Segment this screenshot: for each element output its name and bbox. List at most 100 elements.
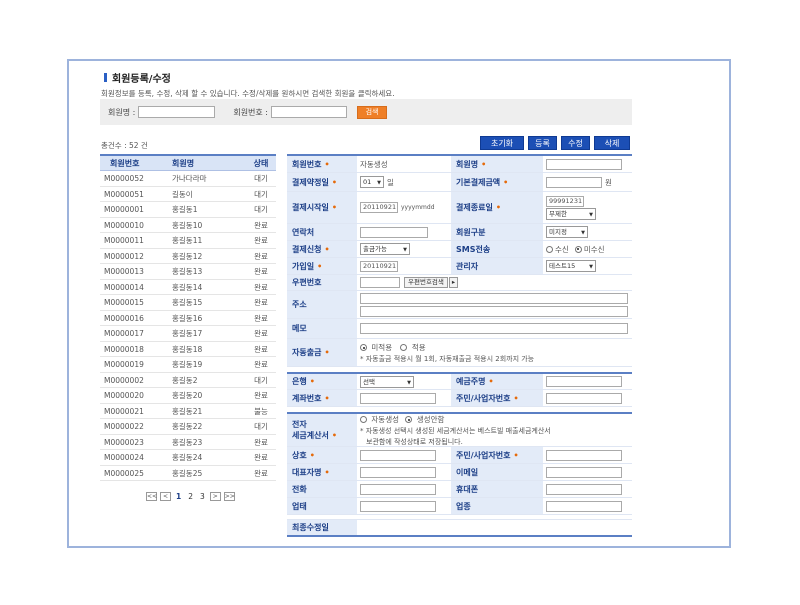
cell-status: 대기 — [254, 205, 268, 214]
auto-apply-label: 적용 — [411, 342, 426, 352]
page-link-2[interactable]: 2 — [188, 492, 193, 501]
start-date-input[interactable]: 20110921 — [360, 202, 398, 213]
search-button[interactable]: 검색 — [357, 105, 388, 119]
prev-page-button[interactable]: < — [160, 492, 171, 501]
reset-button[interactable]: 초기화 — [480, 136, 524, 150]
header-member-name: 회원명 — [172, 159, 195, 168]
tax-none-radio[interactable] — [405, 416, 413, 423]
base-amount-input[interactable] — [546, 176, 602, 188]
page-link-1[interactable]: 1 — [176, 492, 181, 501]
phone-input[interactable] — [360, 483, 436, 495]
modify-button[interactable]: 수정 — [561, 136, 590, 150]
sms-receive-radio[interactable] — [546, 245, 553, 253]
cell-member-no: M0000001 — [104, 205, 144, 214]
cell-status: 완료 — [254, 236, 268, 245]
end-date-input[interactable]: 99991231 — [546, 195, 584, 207]
table-row[interactable]: M0000025 홍길동25 완료 — [100, 466, 276, 481]
zipcode-search-button[interactable]: 우편번호검색 — [404, 277, 448, 288]
cell-status: 대기 — [254, 174, 268, 183]
cell-member-no: M0000010 — [104, 220, 144, 230]
search-name-input[interactable] — [138, 106, 216, 118]
auto-withdraw-note: * 자동출금 적용시 월 1회, 자동재출금 적용시 2회까지 가능 — [360, 354, 535, 363]
table-row[interactable]: M0000016 홍길동16 완료 — [100, 311, 276, 326]
cell-member-name: 홍길동15 — [172, 298, 203, 307]
cell-member-no: M0000022 — [104, 422, 144, 431]
table-row[interactable]: M0000010 홍길동10 완료 — [100, 218, 276, 233]
page-link-3[interactable]: 3 — [200, 492, 205, 501]
last-page-button[interactable]: >> — [223, 492, 235, 501]
contact-input[interactable] — [360, 226, 428, 238]
tax-note-2: 보관함에 작성상태로 저장됩니다. — [366, 437, 463, 446]
cell-member-no: M0000016 — [104, 313, 144, 323]
table-row[interactable]: M0000012 홍길동12 완료 — [100, 249, 276, 264]
first-page-button[interactable]: << — [146, 492, 157, 501]
category-input[interactable] — [546, 500, 622, 512]
tax-auto-radio[interactable] — [360, 416, 367, 423]
memo-input[interactable] — [360, 323, 628, 334]
address-input-2[interactable] — [360, 305, 628, 317]
sms-not-receive-radio[interactable] — [574, 245, 582, 253]
cell-status: 완료 — [254, 298, 268, 307]
table-row[interactable]: M0000011 홍길동11 완료 — [100, 233, 276, 249]
bank-select[interactable]: 선택 — [360, 375, 414, 388]
account-input[interactable] — [360, 392, 436, 404]
tax-none-label: 생성안함 — [416, 414, 445, 424]
tax-auto-label: 자동생성 — [371, 414, 399, 424]
cell-member-no: M0000052 — [104, 174, 144, 183]
label-memo: 메모 — [287, 319, 357, 338]
table-row[interactable]: M0000001 홍길동1 대기 — [100, 202, 276, 218]
table-row[interactable]: M0000013 홍길동13 완료 — [100, 264, 276, 280]
label-end-date: 결제종료일 • — [451, 192, 543, 223]
cell-member-name: 가나다라마 — [172, 174, 207, 183]
member-type-select[interactable]: 미지정 — [546, 226, 588, 238]
zipcode-input[interactable] — [360, 277, 400, 288]
label-auto-withdraw: 자동출금 • — [287, 339, 357, 366]
address-input-1[interactable] — [360, 292, 628, 304]
table-row[interactable]: M0000014 홍길동14 완료 — [100, 280, 276, 295]
table-row[interactable]: M0000018 홍길동18 완료 — [100, 342, 276, 357]
table-row[interactable]: M0000015 홍길동15 완료 — [100, 295, 276, 311]
zipcode-arrow-icon[interactable]: ▸ — [448, 277, 459, 288]
delete-button[interactable]: 삭제 — [594, 136, 630, 150]
auto-apply-radio[interactable] — [400, 344, 408, 351]
cell-member-no: M0000024 — [104, 453, 144, 462]
pay-day-select[interactable]: 01 — [360, 176, 384, 188]
depositor-input[interactable] — [546, 376, 622, 387]
join-date-input[interactable]: 20110921 — [360, 260, 398, 272]
table-row[interactable]: M0000002 홍길동2 대기 — [100, 373, 276, 388]
company-input[interactable] — [360, 449, 436, 461]
cell-status: 완료 — [254, 282, 268, 292]
cell-member-name: 홍길동25 — [172, 468, 203, 478]
register-button[interactable]: 등록 — [528, 136, 557, 150]
label-last-modified: 최종수정일 — [287, 520, 357, 535]
table-row[interactable]: M0000020 홍길동20 완료 — [100, 388, 276, 404]
end-date-select[interactable]: 무제한 — [546, 207, 596, 220]
ceo-input[interactable] — [360, 466, 436, 478]
auto-not-apply-radio[interactable] — [360, 344, 367, 351]
table-row[interactable]: M0000052 가나다라마 대기 — [100, 171, 276, 187]
table-row[interactable]: M0000022 홍길동22 대기 — [100, 419, 276, 435]
table-row[interactable]: M0000019 홍길동19 완료 — [100, 357, 276, 373]
mobile-input[interactable] — [546, 483, 622, 495]
table-row[interactable]: M0000021 홍길동21 불능 — [100, 404, 276, 419]
table-row[interactable]: M0000017 홍길동17 완료 — [100, 326, 276, 342]
next-page-button[interactable]: > — [209, 492, 221, 501]
cell-member-no: M0000019 — [104, 360, 144, 369]
resident-no-2-input[interactable] — [546, 449, 622, 461]
cell-member-name: 홍길동19 — [172, 360, 203, 369]
cell-member-name: 길동이 — [172, 189, 193, 199]
cell-member-no: M0000051 — [104, 189, 144, 199]
business-input[interactable] — [360, 500, 436, 512]
table-row[interactable]: M0000023 홍길동23 완료 — [100, 435, 276, 450]
email-input[interactable] — [546, 466, 622, 478]
page-description: 회원정보를 등록, 수정, 삭제 할 수 있습니다. 수정/삭제를 원하시면 검… — [101, 89, 395, 98]
member-name-input[interactable] — [546, 158, 622, 170]
pay-apply-select[interactable]: 출금가능 — [360, 243, 410, 255]
table-row[interactable]: M0000051 길동이 대기 — [100, 187, 276, 202]
cell-member-no: M0000014 — [104, 282, 144, 292]
table-row[interactable]: M0000024 홍길동24 완료 — [100, 450, 276, 466]
member-list-header: 회원번호 회원명 상태 — [100, 156, 276, 171]
manager-select[interactable]: 테스트15 — [546, 260, 596, 272]
resident-no-input[interactable] — [546, 392, 622, 404]
search-no-input[interactable] — [271, 106, 348, 118]
